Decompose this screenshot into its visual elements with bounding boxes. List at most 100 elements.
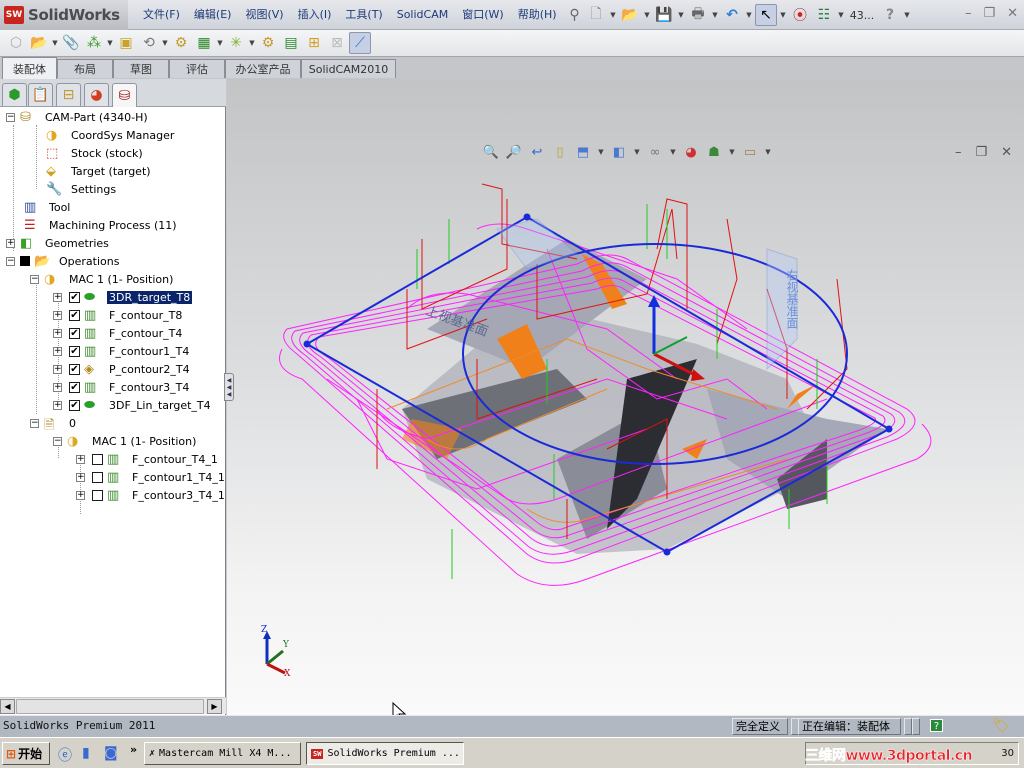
move-component-icon[interactable]: ⟲	[138, 32, 160, 54]
menu-view[interactable]: 视图(V)	[238, 0, 290, 30]
operation-checkbox[interactable]: ✔	[69, 309, 80, 321]
tree-node-mac1[interactable]: − ◑ MAC 1 (1- Position)	[30, 270, 175, 288]
help-icon[interactable]: ?	[879, 4, 901, 26]
expand-toggle[interactable]: +	[53, 382, 62, 392]
display-style-icon[interactable]: ◧	[610, 143, 628, 161]
search-hint[interactable]: 43...	[847, 4, 877, 26]
help-dropdown[interactable]: ▼	[903, 11, 911, 19]
display-style-dropdown[interactable]: ▼	[633, 148, 641, 156]
tree-node-cam-part[interactable]: − ⛁ CAM-Part (4340-H)	[6, 108, 150, 126]
save-icon[interactable]: 💾	[653, 4, 675, 26]
expand-toggle[interactable]: +	[53, 310, 62, 320]
expand-toggle[interactable]: +	[53, 364, 62, 374]
operation-item[interactable]: + ✔ ▥ F_contour_T8	[53, 306, 184, 324]
section-view-icon[interactable]: ▯	[551, 143, 569, 161]
display-manager-tab[interactable]: ◕	[84, 83, 109, 106]
operation-item[interactable]: + ✔ ⬬ 3DF_Lin_target_T4	[53, 396, 213, 414]
operation-item[interactable]: + ✔ ▥ F_contour1_T4	[53, 342, 191, 360]
quick-tips-icon[interactable]: ?	[930, 719, 943, 732]
new-part-dropdown[interactable]: ▼	[51, 39, 59, 47]
quicklaunch-app-icon[interactable]: ▮	[82, 745, 90, 761]
exploded-view-icon[interactable]: ⊞	[303, 32, 325, 54]
tree-node-geometries[interactable]: + ◧ Geometries	[6, 234, 111, 252]
collapse-toggle[interactable]: −	[53, 436, 62, 446]
panel-collapse-handle[interactable]: ◀ ◀ ◀	[224, 373, 234, 401]
explode-line-sketch-icon[interactable]: ⊠	[326, 32, 348, 54]
tree-node-ncgroup-0[interactable]: − 🗎 0	[30, 414, 78, 433]
expand-toggle[interactable]: +	[53, 328, 62, 338]
expand-toggle[interactable]: +	[6, 238, 15, 248]
tree-node-machining-process[interactable]: ☰ Machining Process (11)	[24, 216, 179, 234]
print-dropdown[interactable]: ▼	[711, 11, 719, 19]
reference-dropdown[interactable]: ▼	[248, 39, 256, 47]
zoom-to-area-icon[interactable]: 🔎	[505, 143, 523, 161]
zoom-to-fit-icon[interactable]: 🔍	[482, 143, 500, 161]
graphics-area[interactable]: 上视基准面 右视基准面 Z Y X 🔍 🔎 ↩ ▯ ⬒ ▼ ◧ ▼ ∞ ▼ ◕ …	[227, 79, 1024, 715]
instant3d-icon[interactable]: ⟋	[349, 32, 371, 54]
select-arrow-icon[interactable]: ↖	[755, 4, 777, 26]
operation-checkbox[interactable]: ✔	[69, 381, 80, 393]
operation-checkbox[interactable]	[92, 489, 103, 501]
start-button[interactable]: ⊞ 开始	[2, 742, 50, 765]
tree-horizontal-scrollbar[interactable]: ◀ ▶	[0, 697, 226, 714]
doc-restore-icon[interactable]: ❐	[975, 145, 987, 160]
tab-layout[interactable]: 布局	[57, 59, 113, 78]
property-manager-tab[interactable]: 📋	[28, 83, 53, 106]
new-motion-study-icon[interactable]: ⚙	[257, 32, 279, 54]
show-hidden-icon[interactable]: ⚙	[170, 32, 192, 54]
move-dropdown[interactable]: ▼	[161, 39, 169, 47]
tab-evaluate[interactable]: 评估	[169, 59, 225, 78]
collapse-toggle[interactable]: −	[6, 112, 15, 122]
new-document-icon[interactable]: 🗋	[585, 4, 607, 26]
scroll-thumb[interactable]	[16, 699, 204, 714]
new-dropdown[interactable]: ▼	[609, 11, 617, 19]
tab-solidcam2010[interactable]: SolidCAM2010	[301, 59, 396, 78]
pattern-dropdown[interactable]: ▼	[106, 39, 114, 47]
operation-item[interactable]: + ✔ ▥ F_contour_T4	[53, 324, 184, 342]
tab-office-products[interactable]: 办公室产品	[225, 59, 301, 78]
operation-checkbox[interactable]: ✔	[69, 399, 80, 411]
mate-icon[interactable]: 📎	[60, 32, 82, 54]
menu-help[interactable]: 帮助(H)	[511, 0, 564, 30]
operation-checkbox[interactable]: ✔	[69, 363, 80, 375]
undo-dropdown[interactable]: ▼	[745, 11, 753, 19]
bill-of-materials-icon[interactable]: ▤	[280, 32, 302, 54]
operation-checkbox[interactable]: ✔	[69, 345, 80, 357]
menu-window[interactable]: 窗口(W)	[455, 0, 510, 30]
taskbar-item-mastercam[interactable]: ✗ Mastercam Mill X4 M...	[144, 742, 301, 765]
open-folder-icon[interactable]: 📂	[619, 4, 641, 26]
menu-tools[interactable]: 工具(T)	[338, 0, 389, 30]
select-dropdown[interactable]: ▼	[779, 11, 787, 19]
open-dropdown[interactable]: ▼	[643, 11, 651, 19]
doc-minimize-icon[interactable]: –	[955, 145, 962, 160]
linear-pattern-icon[interactable]: ⁂	[83, 32, 105, 54]
solidworks-logo[interactable]: SW SolidWorks	[0, 0, 128, 30]
operation-item[interactable]: + ▥ F_contour3_T4_1	[76, 486, 227, 504]
operation-item[interactable]: + ▥ F_contour_T4_1	[76, 450, 220, 468]
insert-component-icon[interactable]: ⬡	[5, 32, 27, 54]
new-part-icon[interactable]: 📂	[28, 32, 50, 54]
expand-toggle[interactable]: +	[76, 490, 85, 500]
solidcam-manager-tab[interactable]: ⛁	[112, 83, 137, 107]
menu-solidcam[interactable]: SolidCAM	[390, 0, 456, 30]
view-orientation-icon[interactable]: ⬒	[574, 143, 592, 161]
menu-insert[interactable]: 插入(I)	[291, 0, 339, 30]
collapse-toggle[interactable]: −	[30, 274, 39, 284]
tree-node-coordsys-manager[interactable]: ◑ CoordSys Manager	[46, 126, 176, 144]
tree-node-settings[interactable]: 🔧 Settings	[46, 180, 118, 198]
menu-file[interactable]: 文件(F)	[136, 0, 187, 30]
expand-toggle[interactable]: +	[76, 472, 85, 482]
apply-scene-icon[interactable]: ☗	[705, 143, 723, 161]
operation-checkbox[interactable]: ✔	[69, 327, 80, 339]
smart-fasteners-icon[interactable]: ▣	[115, 32, 137, 54]
feature-tree-tab[interactable]: ⬢	[2, 83, 27, 106]
scroll-left-button[interactable]: ◀	[0, 699, 15, 714]
quicklaunch-app2-icon[interactable]: ◙	[104, 745, 118, 761]
collapse-toggle[interactable]: −	[30, 418, 39, 428]
reference-geometry-icon[interactable]: ✳	[225, 32, 247, 54]
internet-explorer-icon[interactable]: ⓔ	[58, 745, 72, 765]
undo-icon[interactable]: ↶	[721, 4, 743, 26]
tab-sketch[interactable]: 草图	[113, 59, 169, 78]
restore-icon[interactable]: ❐	[983, 6, 995, 21]
taskbar-item-solidworks[interactable]: SW SolidWorks Premium ...	[306, 742, 464, 765]
